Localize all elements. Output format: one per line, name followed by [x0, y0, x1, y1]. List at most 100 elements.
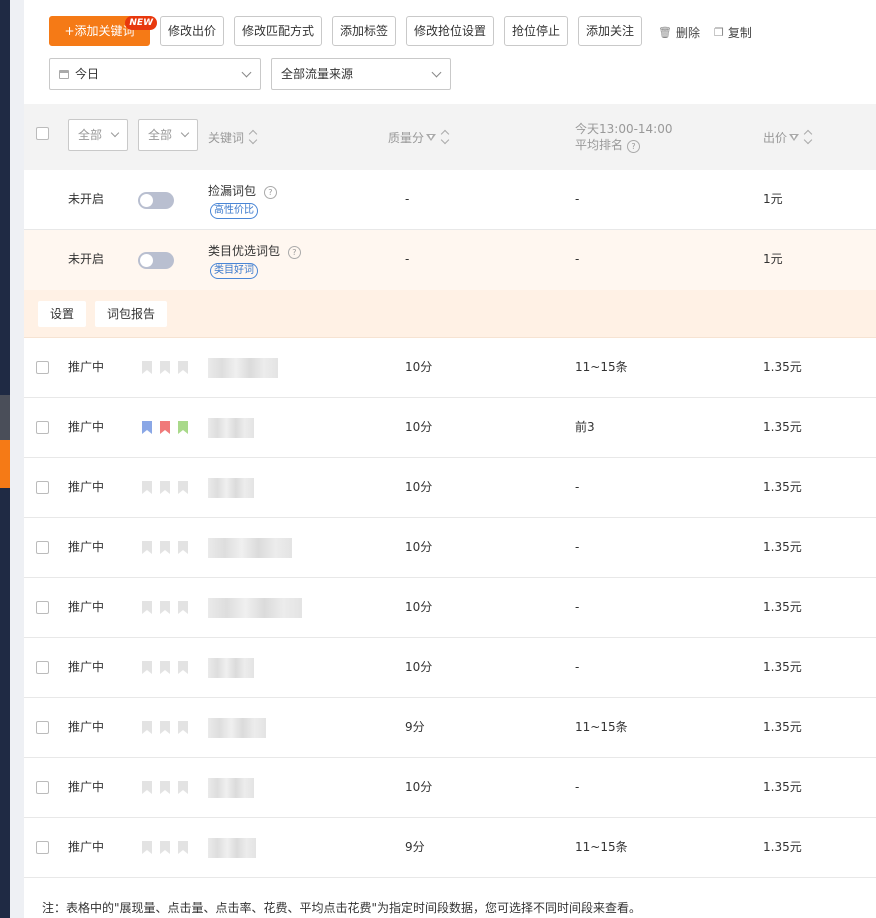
flag-icon[interactable]: [160, 481, 170, 494]
help-icon[interactable]: ?: [627, 140, 641, 153]
row-rank: -: [575, 600, 580, 614]
table-row: 推广中 10分 11~15条 1.35元: [24, 338, 876, 398]
row-checkbox[interactable]: [36, 361, 49, 374]
green-flag-icon[interactable]: [178, 421, 188, 434]
modify-rank-setting-button[interactable]: 修改抢位设置: [406, 16, 494, 46]
add-follow-button[interactable]: 添加关注: [578, 16, 642, 46]
flag-icon[interactable]: [178, 721, 188, 734]
row-checkbox[interactable]: [36, 781, 49, 794]
flag-icon[interactable]: [178, 841, 188, 854]
flag-icon[interactable]: [160, 361, 170, 374]
help-icon[interactable]: ?: [287, 246, 301, 259]
row-bid[interactable]: 1.35元: [763, 338, 802, 397]
flag-icon[interactable]: [142, 661, 152, 674]
new-badge: NEW: [125, 16, 157, 30]
flag-icon[interactable]: [142, 721, 152, 734]
traffic-source-select[interactable]: 全部流量来源: [271, 58, 451, 90]
flag-icon[interactable]: [178, 481, 188, 494]
flag-icon[interactable]: [142, 481, 152, 494]
add-keyword-button[interactable]: +添加关键词 NEW: [49, 16, 157, 46]
red-flag-icon[interactable]: [160, 421, 170, 434]
modify-match-button[interactable]: 修改匹配方式: [234, 16, 322, 46]
row-bid[interactable]: 1.35元: [763, 698, 802, 757]
package-status: 未开启: [68, 192, 105, 206]
row-checkbox[interactable]: [36, 481, 49, 494]
row-bid[interactable]: 1.35元: [763, 398, 802, 457]
table-row: 推广中 9分 11~15条 1.35元: [24, 818, 876, 878]
rank-column-header: 今天13:00-14:00 平均排名?: [575, 104, 673, 170]
status-filter-value: 全部: [78, 128, 103, 142]
nav-strip-item[interactable]: [0, 395, 10, 440]
row-status: 推广中: [68, 480, 105, 494]
row-quality: 9分: [405, 720, 425, 734]
flag-icon[interactable]: [142, 541, 152, 554]
package-row: 未开启 捡漏词包 ? 高性价比 - - 1元: [24, 170, 876, 230]
package-report-button[interactable]: 词包报告: [95, 301, 168, 327]
add-tag-button[interactable]: 添加标签: [332, 16, 396, 46]
keyword-redacted: [208, 478, 254, 498]
rank-header-line2: 平均排名: [575, 138, 624, 152]
filter-icon[interactable]: [789, 133, 800, 141]
sort-icon[interactable]: [804, 130, 812, 144]
flag-icon[interactable]: [160, 841, 170, 854]
copy-button[interactable]: ❐ 复制: [714, 24, 752, 41]
flag-icon[interactable]: [178, 541, 188, 554]
status-filter-select[interactable]: 全部: [68, 119, 128, 151]
row-rank: 前3: [575, 420, 595, 434]
row-checkbox[interactable]: [36, 721, 49, 734]
rank-header-line1: 今天13:00-14:00: [575, 122, 673, 136]
flag-icon[interactable]: [142, 781, 152, 794]
row-bid[interactable]: 1.35元: [763, 758, 802, 817]
flag-icon[interactable]: [142, 841, 152, 854]
flag-icon[interactable]: [160, 781, 170, 794]
keyword-column-header[interactable]: 关键词: [208, 104, 257, 170]
help-icon[interactable]: ?: [263, 186, 277, 199]
flag-icon[interactable]: [160, 601, 170, 614]
package-toggle[interactable]: [138, 192, 174, 209]
flag-icon[interactable]: [178, 361, 188, 374]
row-checkbox[interactable]: [36, 841, 49, 854]
row-bid[interactable]: 1.35元: [763, 518, 802, 577]
flag-icon[interactable]: [142, 601, 152, 614]
flag-icon[interactable]: [160, 541, 170, 554]
flag-icon[interactable]: [178, 601, 188, 614]
row-checkbox[interactable]: [36, 421, 49, 434]
table-row: 推广中 10分 - 1.35元: [24, 458, 876, 518]
table-row: 推广中 10分 - 1.35元: [24, 758, 876, 818]
date-select[interactable]: 今日: [49, 58, 261, 90]
flag-icon[interactable]: [178, 661, 188, 674]
nav-strip-active-item[interactable]: [0, 440, 10, 488]
flag-filter-select[interactable]: 全部: [138, 119, 198, 151]
row-quality: 10分: [405, 600, 433, 614]
chevron-down-icon: [110, 128, 120, 138]
sort-icon[interactable]: [441, 130, 449, 144]
row-bid[interactable]: 1.35元: [763, 818, 802, 877]
modify-bid-button[interactable]: 修改出价: [160, 16, 224, 46]
row-bid[interactable]: 1.35元: [763, 638, 802, 697]
row-checkbox[interactable]: [36, 601, 49, 614]
stop-ranking-button[interactable]: 抢位停止: [504, 16, 568, 46]
select-all-checkbox[interactable]: [36, 127, 49, 140]
filter-icon[interactable]: [426, 133, 437, 141]
row-status: 推广中: [68, 540, 105, 554]
bid-column-header[interactable]: 出价: [763, 104, 812, 170]
delete-button[interactable]: 🗑 删除: [658, 24, 700, 41]
flag-icon[interactable]: [160, 721, 170, 734]
keyword-panel: +添加关键词 NEW 修改出价 修改匹配方式 添加标签 修改抢位设置 抢位停止 …: [24, 0, 876, 918]
row-status: 推广中: [68, 780, 105, 794]
package-toggle[interactable]: [138, 252, 174, 269]
row-status: 推广中: [68, 720, 105, 734]
package-tag: 类目好词: [210, 263, 258, 279]
row-bid[interactable]: 1.35元: [763, 458, 802, 517]
row-checkbox[interactable]: [36, 661, 49, 674]
keyword-redacted: [208, 718, 266, 738]
flag-icon[interactable]: [142, 361, 152, 374]
flag-icon[interactable]: [178, 781, 188, 794]
blue-flag-icon[interactable]: [142, 421, 152, 434]
quality-column-header[interactable]: 质量分: [388, 104, 449, 170]
row-checkbox[interactable]: [36, 541, 49, 554]
row-bid[interactable]: 1.35元: [763, 578, 802, 637]
package-settings-button[interactable]: 设置: [38, 301, 87, 327]
sort-icon[interactable]: [249, 130, 257, 144]
flag-icon[interactable]: [160, 661, 170, 674]
